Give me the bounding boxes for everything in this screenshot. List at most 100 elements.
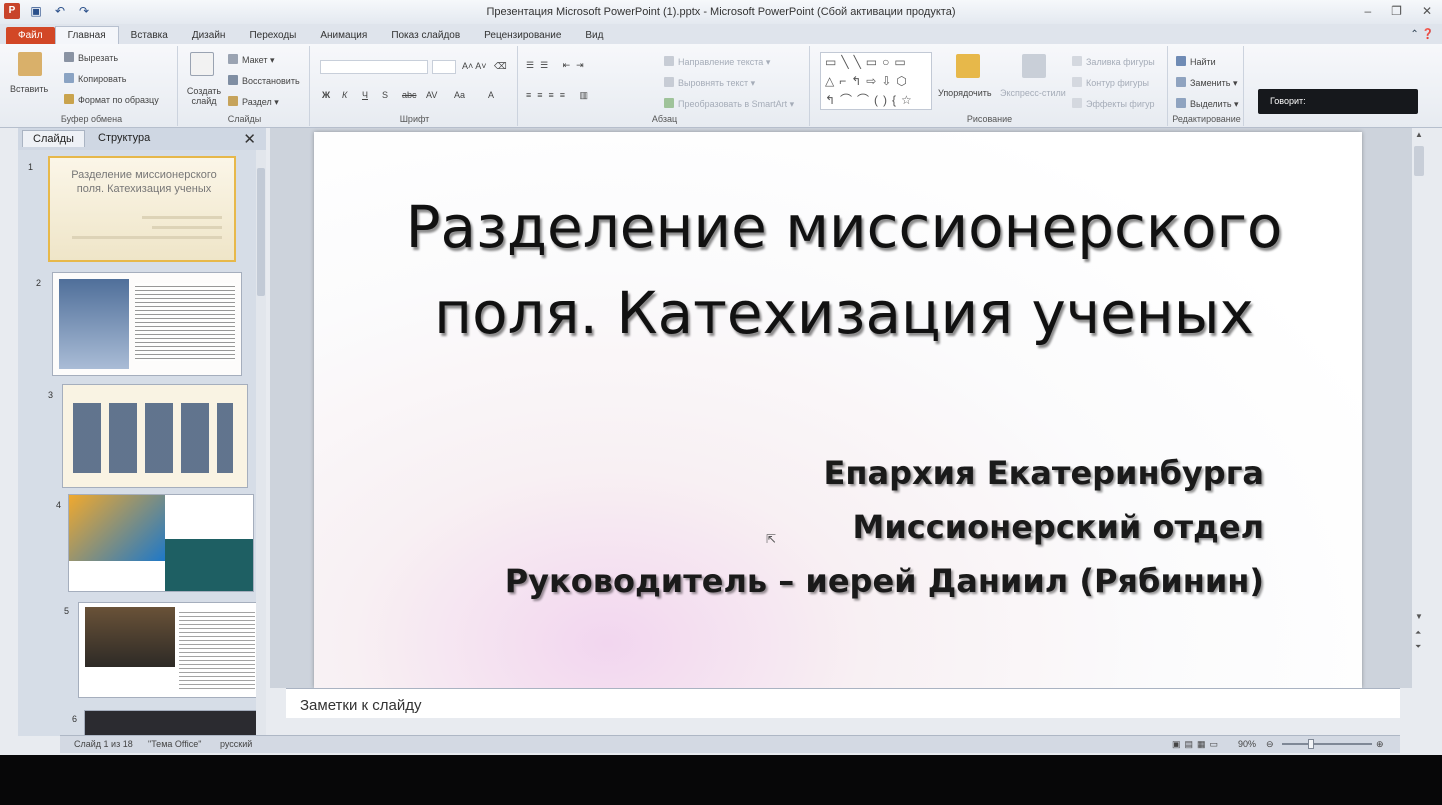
list-buttons[interactable]: ☰☰ ⇤⇥: [526, 60, 590, 71]
panel-tabs: Слайды Структура ✕: [18, 128, 266, 150]
subtitle-line-3[interactable]: Руководитель – иерей Даниил (Рябинин): [505, 562, 1264, 600]
group-label-clipboard: Буфер обмена: [60, 114, 123, 124]
bold-button[interactable]: Ж: [322, 90, 330, 100]
quick-styles-button[interactable]: Экспресс-стили: [1000, 88, 1066, 98]
window-title: Презентация Microsoft PowerPoint (1).ppt…: [486, 6, 956, 18]
slide-thumbnail-5[interactable]: [78, 602, 260, 698]
tab-slideshow[interactable]: Показ слайдов: [379, 27, 472, 44]
slide-canvas[interactable]: Разделение миссионерского поля. Катехиза…: [314, 132, 1362, 688]
tab-design[interactable]: Дизайн: [180, 27, 238, 44]
replace-button[interactable]: Заменить ▾: [1176, 77, 1237, 89]
shape-outline-button[interactable]: Контур фигуры: [1072, 77, 1149, 88]
group-label-editing: Редактирование: [1172, 114, 1241, 124]
tab-review[interactable]: Рецензирование: [472, 27, 573, 44]
find-button[interactable]: Найти: [1176, 56, 1216, 67]
help-icon[interactable]: ⌃ ❓: [1410, 29, 1434, 40]
vertical-scrollbar[interactable]: ▲ ▼ ⏶ ⏷: [1412, 128, 1426, 688]
tab-animation[interactable]: Анимация: [308, 27, 379, 44]
align-buttons[interactable]: ≡≡≡≡ ▥: [526, 90, 594, 101]
slide-number: 1: [28, 162, 34, 172]
tab-file[interactable]: Файл: [6, 27, 55, 44]
align-text-button[interactable]: Выровнять текст ▾: [664, 77, 755, 89]
change-case-button[interactable]: Aa: [454, 90, 465, 100]
thumb-text-block: [135, 283, 235, 361]
minimize-icon[interactable]: –: [1364, 4, 1371, 18]
paste-icon: [18, 52, 42, 76]
slide-thumbnail-3[interactable]: [62, 384, 248, 488]
zoom-in-icon[interactable]: ⊕: [1376, 739, 1384, 750]
select-button[interactable]: Выделить ▾: [1176, 98, 1239, 110]
close-icon[interactable]: ✕: [1422, 4, 1432, 18]
group-paragraph: ☰☰ ⇤⇥ ≡≡≡≡ ▥ Направление текста ▾ Выровн…: [520, 46, 810, 126]
underline-button[interactable]: Ч: [362, 90, 368, 100]
shadow-button[interactable]: S: [382, 90, 388, 100]
spacing-button[interactable]: AV: [426, 90, 437, 100]
reset-button[interactable]: Восстановить: [228, 75, 300, 86]
section-icon: [228, 96, 238, 106]
italic-button[interactable]: К: [342, 90, 347, 100]
tab-view[interactable]: Вид: [573, 27, 615, 44]
language-indicator[interactable]: русский: [220, 739, 252, 749]
slide-number: 3: [48, 390, 54, 400]
notes-pane[interactable]: Заметки к слайду: [286, 688, 1400, 718]
slide-thumbnail-1[interactable]: Разделение миссионерского поля. Катехиза…: [48, 156, 236, 262]
zoom-level[interactable]: 90%: [1238, 739, 1256, 749]
tab-home[interactable]: Главная: [54, 26, 119, 44]
scroll-thumb[interactable]: [1414, 146, 1424, 176]
paste-button[interactable]: Вставить: [10, 84, 48, 94]
slide-thumbnail-4[interactable]: [68, 494, 254, 592]
slide-thumbnail-2[interactable]: [52, 272, 242, 376]
shape-effects-button[interactable]: Эффекты фигур: [1072, 98, 1155, 109]
subtitle-line-1[interactable]: Епархия Екатеринбурга: [824, 454, 1265, 492]
subtitle-line-2[interactable]: Миссионерский отдел: [852, 508, 1264, 546]
slide-title[interactable]: Разделение миссионерского поля. Катехиза…: [394, 184, 1294, 356]
new-slide-button[interactable]: Создать слайд: [184, 86, 224, 106]
scroll-down-icon[interactable]: ▼: [1415, 612, 1423, 621]
zoom-slider[interactable]: [1282, 743, 1372, 745]
cut-button[interactable]: Вырезать: [64, 52, 118, 63]
convert-smartart-button[interactable]: Преобразовать в SmartArt ▾: [664, 98, 794, 110]
panel-scrollbar[interactable]: [256, 150, 266, 736]
strikethrough-button[interactable]: abc: [402, 90, 417, 100]
font-name-select[interactable]: [320, 60, 428, 74]
tab-insert[interactable]: Вставка: [119, 27, 180, 44]
zoom-slider-knob[interactable]: [1308, 739, 1314, 749]
grow-font-button[interactable]: A˄ A˅: [462, 61, 487, 71]
scroll-up-icon[interactable]: ▲: [1415, 130, 1423, 139]
thumb-subtitle-line: [152, 226, 222, 229]
scroll-thumb[interactable]: [257, 168, 265, 296]
find-label: Найти: [1190, 57, 1216, 67]
copy-button[interactable]: Копировать: [64, 73, 126, 84]
group-label-slides: Слайды: [227, 114, 262, 124]
text-direction-button[interactable]: Направление текста ▾: [664, 56, 770, 68]
quick-styles-icon: [1022, 54, 1046, 78]
format-painter-button[interactable]: Формат по образцу: [64, 94, 159, 105]
new-slide-icon: [190, 52, 214, 76]
view-buttons[interactable]: ▣▤▦▭: [1172, 739, 1222, 750]
scissors-icon: [64, 52, 74, 62]
tab-transitions[interactable]: Переходы: [237, 27, 308, 44]
copy-icon: [64, 73, 74, 83]
section-button[interactable]: Раздел ▾: [228, 96, 279, 108]
tab-outline[interactable]: Структура: [98, 132, 150, 144]
font-color-button[interactable]: A: [488, 90, 494, 100]
font-size-select[interactable]: [432, 60, 456, 74]
arrange-button[interactable]: Упорядочить: [938, 88, 992, 98]
slide-number: 4: [56, 500, 62, 510]
title-line-1: Разделение миссионерского: [405, 193, 1283, 261]
maximize-icon[interactable]: ❐: [1391, 4, 1402, 18]
slide-counter: Слайд 1 из 18: [74, 739, 133, 749]
monitor-bezel: [0, 755, 1442, 805]
shapes-gallery[interactable]: ▭╲╲▭○▭ △⌐↰⇨⇩⬡ ↰⌒⌒(){☆: [820, 52, 932, 110]
align-text-label: Выровнять текст: [678, 78, 749, 88]
shape-fill-button[interactable]: Заливка фигуры: [1072, 56, 1155, 67]
next-slide-icon[interactable]: ⏷: [1415, 642, 1421, 652]
copy-label: Копировать: [78, 74, 127, 84]
slide-thumbnail-6[interactable]: [84, 710, 260, 736]
prev-slide-icon[interactable]: ⏶: [1415, 628, 1421, 638]
layout-button[interactable]: Макет ▾: [228, 54, 275, 66]
close-icon[interactable]: ✕: [243, 130, 256, 148]
clear-format-icon[interactable]: ⌫: [494, 61, 507, 72]
tab-slides[interactable]: Слайды: [22, 130, 85, 147]
zoom-out-icon[interactable]: ⊖: [1266, 739, 1274, 750]
